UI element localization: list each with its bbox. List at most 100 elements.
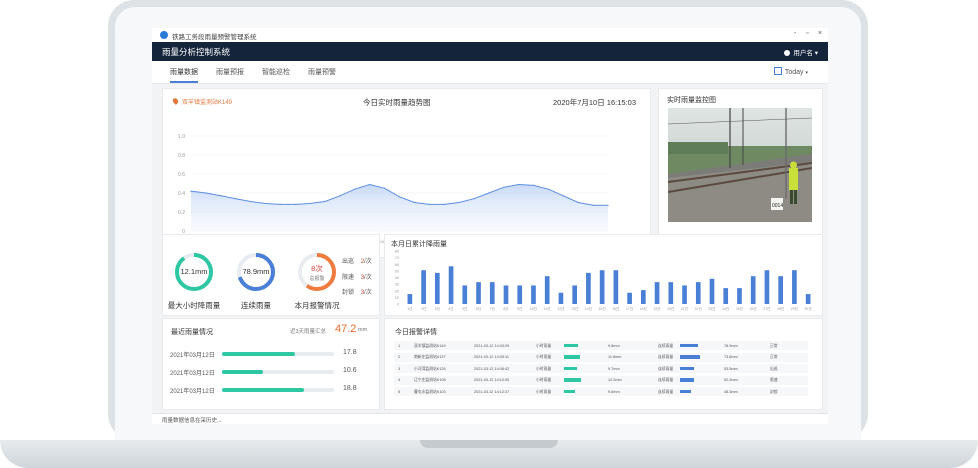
trend-point: [249, 200, 252, 203]
trend-point: [339, 195, 341, 197]
alarm-row[interactable]: 4 辽宁庄监测站K108 2021-03-12 14:10:05 小时雨量 12.2mm…: [394, 375, 808, 385]
trend-point: [205, 192, 207, 194]
trend-point: [458, 201, 460, 204]
tab-smart-inspection[interactable]: 智能巡检: [262, 67, 290, 81]
gauge-alarm-count: 8次: [311, 264, 323, 273]
alarm-status: 出巡: [770, 366, 778, 371]
alarm-no: 1: [398, 343, 401, 348]
x-tick-label: 12日: [557, 307, 564, 311]
recent-bar-fill: [222, 370, 264, 374]
alarm-time: 2021-03-12 14:08:42: [474, 366, 510, 371]
x-tick-label: 6日: [476, 307, 481, 311]
x-tick-label: 16日: [612, 307, 619, 311]
alarm-hour-label: 小时雨量: [536, 355, 552, 359]
monthly-bar: [695, 282, 701, 304]
rail-camera-image[interactable]: 0014: [668, 108, 812, 222]
stat-label: 出巡: [342, 259, 355, 265]
monthly-bar: [709, 278, 715, 304]
monthly-card: 本月日累计降雨量 80 70 60 50 40 30 20 10 0 1日 2日 3日 4日 5日 6日 7日…: [384, 234, 823, 316]
trend-point: [279, 203, 281, 205]
recent-date: 2021年03月12日: [170, 353, 215, 359]
trend-point: [354, 188, 356, 190]
alarm-hour-value: 9.7mm: [608, 366, 620, 371]
recent-date: 2021年03月12日: [170, 389, 215, 395]
trend-point: [443, 203, 445, 205]
alarm-site: 辽宁庄监测站K108: [414, 378, 446, 382]
laptop-notch: [420, 440, 558, 448]
alarm-site: 南新庄监测站K137: [414, 355, 446, 359]
y-tick-label: 30: [395, 283, 399, 287]
y-tick-label: 40: [395, 276, 399, 280]
alarm-no: 3: [398, 366, 401, 371]
window-titlebar: 铁路工务段雨量预警管理系统 - ▫ ×: [152, 28, 828, 42]
alarm-time: 2021-03-12 14:03:29: [474, 343, 510, 348]
x-tick-label: 30日: [805, 307, 812, 311]
gauge-alarm-label: 本月报警情况: [294, 301, 340, 310]
user-name: 用户名 ▾: [793, 50, 818, 57]
monthly-chart: 80 70 60 50 40 30 20 10 0 1日 2日 3日 4日 5日 6日 7日 8日 9日 10日 11…: [395, 250, 812, 312]
app-name: 雨量分析控制系统: [162, 47, 231, 57]
x-tick-label: 14日: [585, 307, 592, 311]
y-tick-label: 70: [395, 256, 399, 260]
monthly-bar: [805, 294, 811, 304]
maximize-button[interactable]: ▫: [806, 30, 808, 37]
status-footer: 雨量数据信息在采历史...: [152, 413, 828, 424]
close-button[interactable]: ×: [818, 30, 822, 37]
window-title: 铁路工务段雨量预警管理系统: [172, 34, 257, 41]
tab-bar: 雨量数据 雨量预报 智能巡检 雨量预警 Today ▾: [152, 61, 828, 84]
footer-text: 雨量数据信息在采历史...: [162, 418, 222, 424]
x-tick-label: 20日: [667, 307, 674, 311]
user-menu[interactable]: 用户名 ▾: [784, 47, 818, 57]
minimize-button[interactable]: -: [794, 30, 796, 37]
date-picker[interactable]: Today ▾: [773, 67, 808, 76]
alarm-row[interactable]: 2 南新庄监测站K137 2021-03-12 14:05:11 小时雨量 11.8mm…: [394, 352, 808, 362]
tab-rain-data[interactable]: 雨量数据: [170, 67, 198, 83]
recent-date: 2021年03月12日: [170, 371, 215, 377]
x-tick-label: 28日: [777, 307, 784, 311]
alarm-status: 限速: [770, 378, 778, 382]
monthly-bar: [723, 288, 729, 304]
x-tick-label: 9日: [517, 307, 522, 311]
alarm-status: 封锁: [770, 389, 778, 394]
recent-bar-fill: [222, 388, 304, 392]
x-tick-label: 7日: [490, 307, 495, 311]
recent-value: 10.6: [343, 367, 357, 374]
x-tick-label: 26日: [750, 307, 757, 311]
monthly-bar: [434, 272, 440, 304]
trend-point: [190, 190, 192, 192]
alarm-cont-label: 连续雨量: [658, 343, 674, 348]
trend-point: [384, 187, 386, 189]
alarm-row[interactable]: 1 双羊镇监测站K149 2021-03-12 14:03:29 小时雨量 9.8mm 连…: [394, 341, 808, 350]
monthly-bar: [407, 294, 413, 304]
stat-unit: /次: [364, 259, 372, 265]
stat-label: 限速: [342, 275, 355, 281]
y-tick-label: 50: [395, 269, 399, 273]
trend-point: [413, 201, 415, 204]
alarm-cont-value: 73.8mm: [724, 355, 738, 359]
x-tick-label: 13日: [571, 307, 578, 311]
alarm-status: 正常: [770, 355, 778, 359]
recent-card: 最近雨量情况 近3天雨量汇总 47.2 mm: [162, 318, 380, 410]
alarm-hour-bar: [564, 389, 575, 393]
y-tick-label: 0.8: [178, 153, 185, 159]
date-picker-label: Today: [784, 69, 804, 76]
alarm-hour-label: 小时雨量: [536, 366, 552, 371]
chevron-down-icon: ▾: [805, 70, 808, 76]
alarm-hour-label: 小时雨量: [536, 378, 552, 382]
tab-rain-forecast[interactable]: 雨量预报: [216, 67, 244, 81]
x-tick-label: 10日: [530, 307, 537, 311]
tab-rain-alarm[interactable]: 雨量预警: [308, 67, 336, 81]
gauge-continuous-label: 连续雨量: [241, 301, 271, 310]
alarm-cont-label: 连续雨量: [658, 366, 674, 371]
alarm-row[interactable]: 5 曹屯水监测站K103 2021-03-12 14:12:37 小时雨量 9.6mm 连…: [394, 387, 808, 396]
monthly-bar: [572, 285, 578, 304]
alarm-status: 正常: [770, 343, 778, 348]
alarm-site: 双羊镇监测站K149: [414, 343, 446, 348]
alarm-row[interactable]: 3 小河湾监测站K126 2021-03-12 14:08:42 小时雨量 9.7mm 连…: [394, 364, 808, 373]
monthly-bar: [517, 285, 523, 304]
trend-point: [428, 203, 430, 205]
trend-point: [532, 184, 535, 186]
stat-unit: /次: [364, 275, 372, 281]
x-tick-label: 5日: [462, 307, 467, 311]
trend-point: [369, 183, 371, 186]
